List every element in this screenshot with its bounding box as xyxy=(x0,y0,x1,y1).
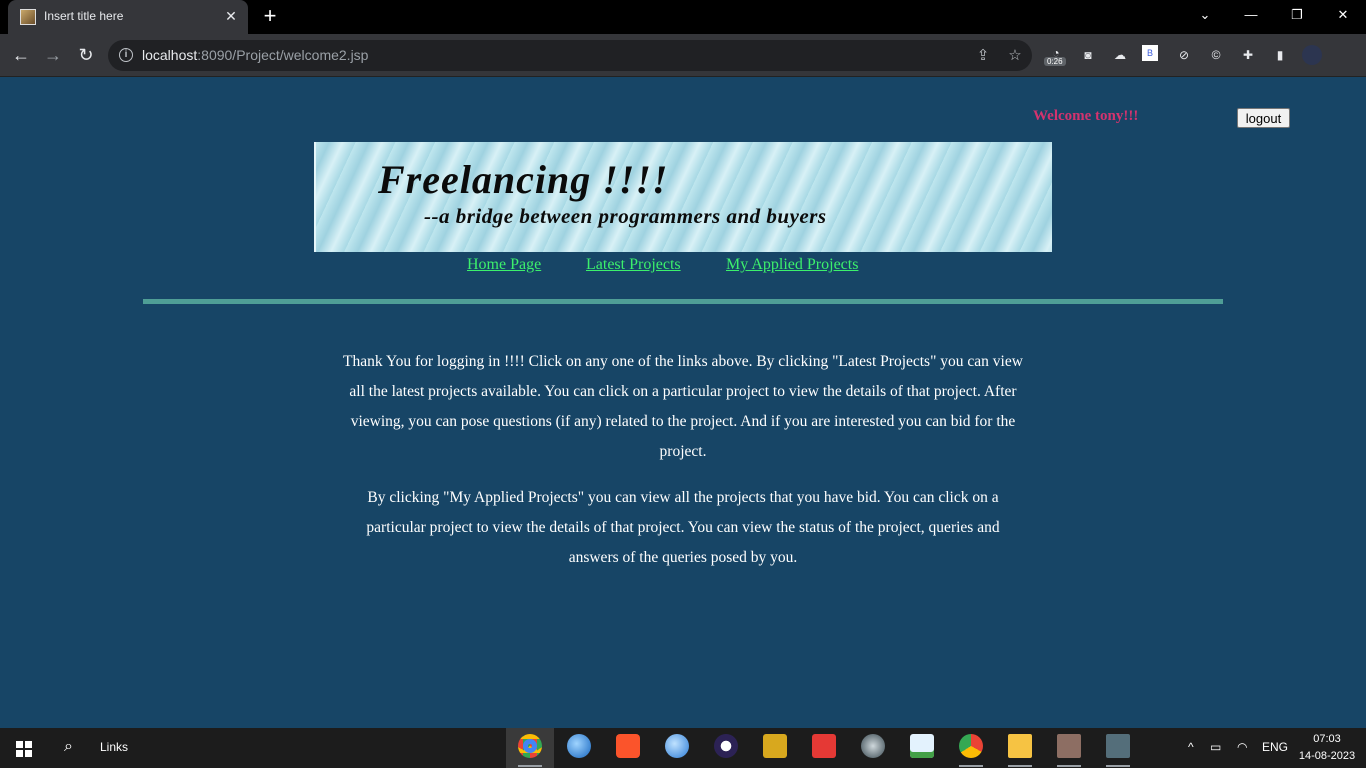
new-tab-button[interactable]: + xyxy=(259,5,281,27)
extension-compass-icon[interactable]: ⊘ xyxy=(1174,45,1194,65)
extension-b-icon[interactable]: B xyxy=(1142,45,1158,61)
chevron-up-icon[interactable]: ^ xyxy=(1188,740,1194,754)
system-clock[interactable]: 07:03 14-08-2023 xyxy=(1298,731,1356,765)
browser-globe-app-icon[interactable] xyxy=(567,734,591,758)
internet-explorer-app-icon[interactable] xyxy=(665,734,689,758)
back-arrow-icon[interactable]: ← xyxy=(10,44,32,66)
tab-search-icon[interactable]: ⌄ xyxy=(1182,0,1228,30)
url-text[interactable]: localhost:8090/Project/welcome2.jsp xyxy=(142,47,368,63)
app-icon-window[interactable] xyxy=(1106,734,1130,758)
extension-mask-icon[interactable]: ◙ xyxy=(1078,45,1098,65)
banner-title: Freelancing !!!! xyxy=(378,157,669,202)
extensions-puzzle-icon[interactable]: ✚ xyxy=(1238,45,1258,65)
applied-projects-paragraph: By clicking "My Applied Projects" you ca… xyxy=(366,489,1000,566)
site-info-icon[interactable]: i xyxy=(119,48,133,62)
eclipse-app-icon[interactable] xyxy=(714,734,738,758)
language-indicator[interactable]: ENG xyxy=(1262,740,1288,754)
app-icon-sphere[interactable] xyxy=(861,734,885,758)
app-icon-red[interactable] xyxy=(812,734,836,758)
clock-date: 14-08-2023 xyxy=(1298,750,1356,762)
share-icon[interactable]: ⇪ xyxy=(974,47,992,65)
battery-icon[interactable]: ▭ xyxy=(1210,740,1221,754)
tab-title: Insert title here xyxy=(44,9,124,23)
nav-link-home-page[interactable]: Home Page xyxy=(467,256,541,274)
clock-time: 07:03 xyxy=(1313,733,1341,745)
page-favicon-icon xyxy=(20,9,36,25)
chrome-app-icon[interactable] xyxy=(518,734,542,758)
extension-cloud-icon[interactable]: ☁ xyxy=(1110,45,1130,65)
url-path: :8090/Project/welcome2.jsp xyxy=(197,47,369,63)
nav-link-my-applied-projects[interactable]: My Applied Projects xyxy=(726,256,858,274)
browser-tab[interactable]: Insert title here ✕ xyxy=(8,0,248,34)
nav-link-latest-projects[interactable]: Latest Projects xyxy=(586,256,681,274)
welcome-message: Welcome tony!!! xyxy=(1033,108,1139,124)
wifi-icon[interactable]: ◠ xyxy=(1237,740,1247,754)
banner-subtitle: --a bridge between programmers and buyer… xyxy=(424,204,827,228)
brave-app-icon[interactable] xyxy=(616,734,640,758)
address-bar[interactable]: i localhost:8090/Project/welcome2.jsp ⇪ … xyxy=(108,40,1032,71)
tab-close-icon[interactable]: ✕ xyxy=(222,7,240,25)
file-explorer-icon[interactable] xyxy=(1008,734,1032,758)
browser-tab-strip: Insert title here ✕ + ⌄ — ❐ ✕ xyxy=(0,0,1366,34)
windows-start-icon[interactable] xyxy=(16,741,32,757)
restore-button[interactable]: ❐ xyxy=(1274,0,1320,30)
running-indicator xyxy=(1057,765,1081,767)
search-icon[interactable]: ⌕ xyxy=(64,738,84,758)
chrome-profile-app-icon[interactable] xyxy=(959,734,983,758)
running-indicator xyxy=(1008,765,1032,767)
running-indicator xyxy=(959,765,983,767)
windows-taskbar: ⌕ Links ^ ▭ ◠ ENG 07:03 14-08-2023 xyxy=(0,728,1366,768)
intro-paragraph: Thank You for logging in !!!! Click on a… xyxy=(343,353,1023,460)
forward-arrow-icon[interactable]: → xyxy=(42,44,64,66)
logout-button[interactable]: logout xyxy=(1237,108,1290,128)
minimize-button[interactable]: — xyxy=(1228,0,1274,30)
page-body: Welcome tony!!! logout Freelancing !!!! … xyxy=(0,78,1366,728)
side-panel-icon[interactable]: ▮ xyxy=(1270,45,1290,65)
bookmark-star-icon[interactable]: ☆ xyxy=(1006,47,1024,65)
reload-icon[interactable]: ↻ xyxy=(75,44,97,66)
freelancing-banner: Freelancing !!!! --a bridge between prog… xyxy=(314,142,1052,252)
extension-c-icon[interactable]: © xyxy=(1206,45,1226,65)
links-toolbar-label[interactable]: Links xyxy=(100,740,128,754)
close-window-button[interactable]: ✕ xyxy=(1320,0,1366,30)
horizontal-divider xyxy=(143,299,1223,304)
running-indicator xyxy=(518,765,542,767)
url-host: localhost xyxy=(142,47,198,63)
app-icon-screen-recorder[interactable] xyxy=(910,734,934,758)
browser-toolbar: ← → ↻ i localhost:8090/Project/welcome2.… xyxy=(0,34,1366,77)
app-icon-archive[interactable] xyxy=(1057,734,1081,758)
profile-avatar[interactable] xyxy=(1302,45,1322,65)
running-indicator xyxy=(1106,765,1130,767)
app-icon-tools[interactable] xyxy=(763,734,787,758)
extension-badge: 0:26 xyxy=(1044,57,1066,66)
